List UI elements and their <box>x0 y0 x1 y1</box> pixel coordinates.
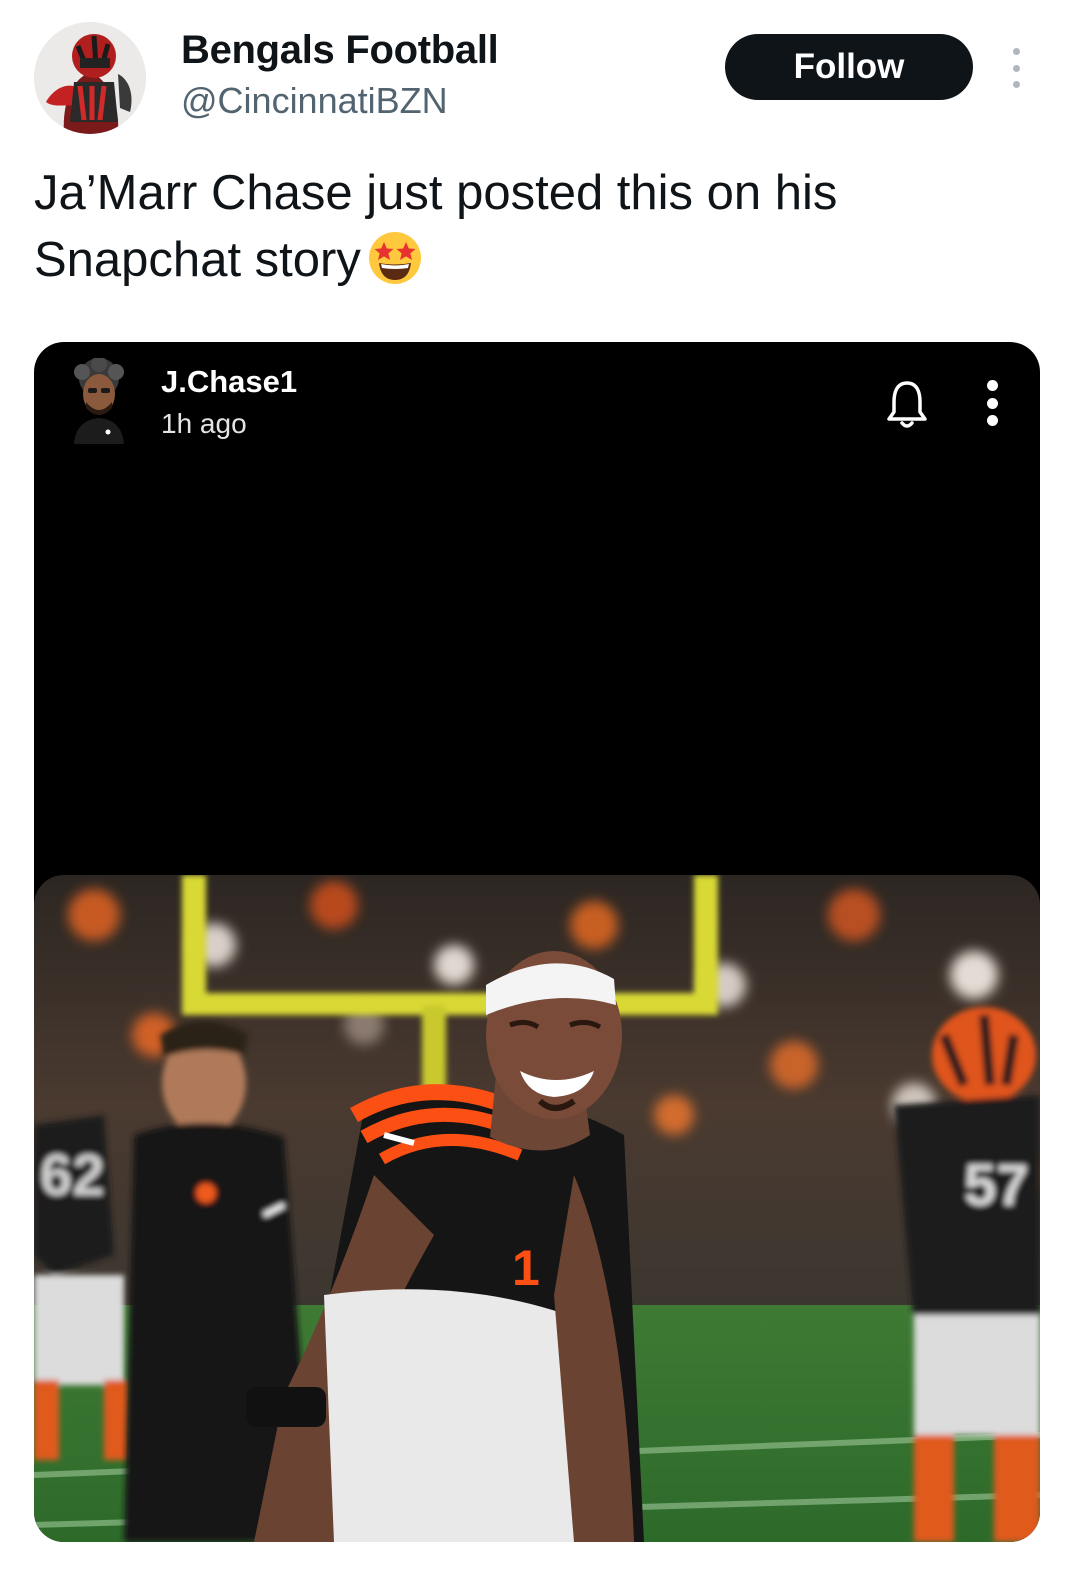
bell-icon[interactable] <box>884 378 930 430</box>
author-display-name[interactable]: Bengals Football <box>181 28 499 73</box>
tweet-text: Ja’Marr Chase just posted this on his Sn… <box>34 160 1024 294</box>
author-handle[interactable]: @CincinnatiBZN <box>181 80 448 122</box>
snap-username[interactable]: J.Chase1 <box>161 364 297 400</box>
snap-more-icon[interactable] <box>984 380 1000 426</box>
tweet-text-line: Ja’Marr Chase just posted this on his <box>34 166 838 220</box>
snap-timestamp: 1h ago <box>161 408 247 439</box>
bitmoji-avatar-icon <box>74 358 124 444</box>
football-player-image: 62 57 1 <box>34 875 1040 1542</box>
svg-text:1: 1 <box>512 1240 540 1296</box>
follow-button[interactable]: Follow <box>725 34 973 100</box>
tweet-text-line: Snapchat story <box>34 227 1024 294</box>
svg-text:62: 62 <box>40 1143 105 1208</box>
author-avatar[interactable] <box>34 22 146 134</box>
more-options-icon[interactable] <box>1004 48 1028 88</box>
svg-text:57: 57 <box>964 1153 1029 1218</box>
tweet-text-segment: Snapchat story <box>34 233 361 287</box>
star-struck-emoji-icon <box>368 232 421 284</box>
tweet-media[interactable]: J.Chase1 1h ago 62 57 1 <box>34 342 1040 1542</box>
player-photo[interactable]: 62 57 1 <box>34 875 1040 1542</box>
bengals-player-avatar-image <box>34 22 146 134</box>
